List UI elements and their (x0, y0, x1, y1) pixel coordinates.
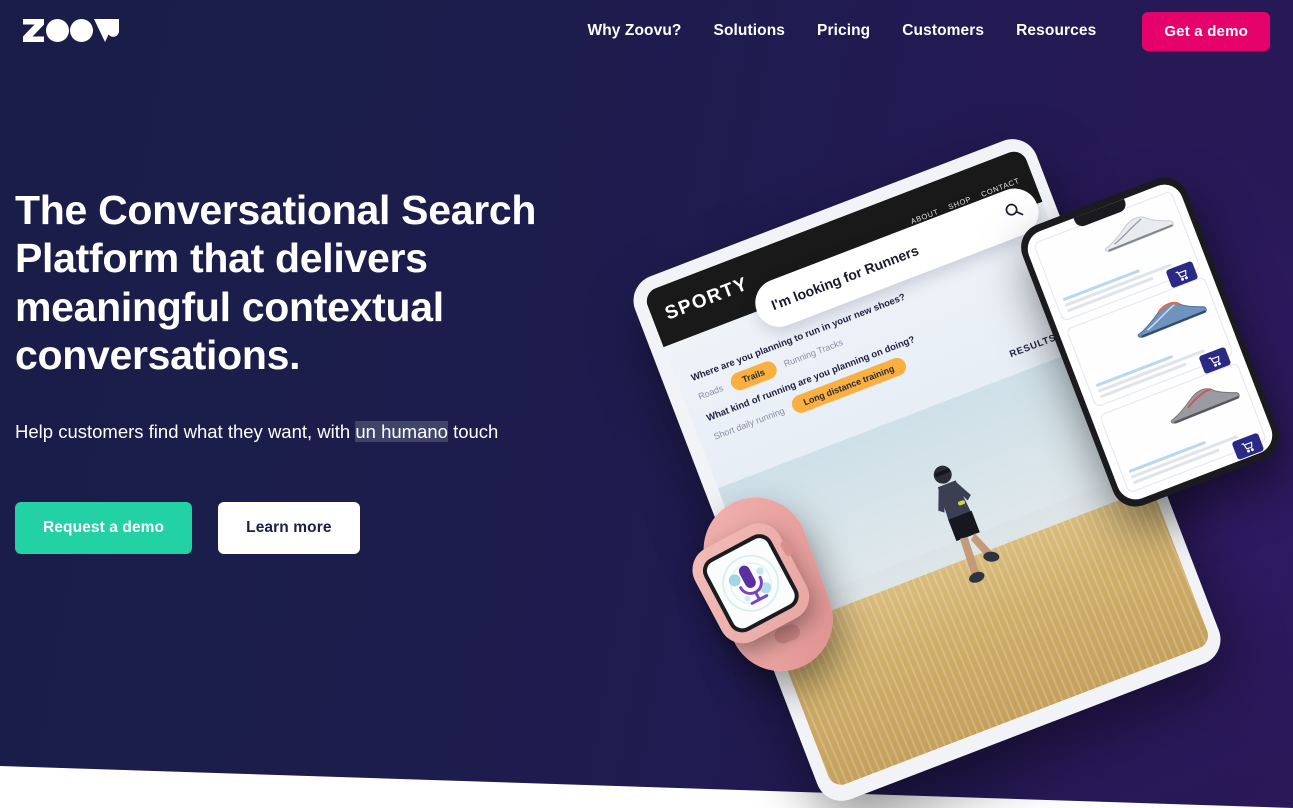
subtitle-text-before: Help customers find what they want, with (15, 420, 356, 442)
nav-resources[interactable]: Resources (1000, 14, 1112, 48)
get-a-demo-button[interactable]: Get a demo (1142, 11, 1270, 51)
grey-running-shoe-icon (1170, 388, 1240, 424)
results-label: RESULTS (1008, 332, 1059, 361)
nav-solutions[interactable]: Solutions (698, 14, 802, 48)
zoovu-logo[interactable] (23, 19, 119, 43)
magnifier-icon[interactable] (1002, 199, 1026, 226)
card-line (1130, 435, 1238, 479)
site-header: Why Zoovu? Solutions Pricing Customers R… (0, 0, 1293, 62)
hero-copy: The Conversational Search Platform that … (15, 186, 575, 555)
subtitle-text-after: touch (447, 420, 499, 442)
subtitle-selected-text[interactable]: un humano (355, 420, 448, 442)
blue-running-shoe-icon (1137, 301, 1207, 338)
request-a-demo-button[interactable]: Request a demo (15, 502, 193, 555)
hero-section: Why Zoovu? Solutions Pricing Customers R… (0, 0, 1293, 808)
hero-device-illustration: SPORTY ABOUT SHOP CONTACT I'm looking fo… (625, 120, 1293, 808)
zoovu-logo-icon (23, 19, 119, 42)
learn-more-button[interactable]: Learn more (218, 502, 360, 555)
hero-button-row: Request a demo Learn more (15, 502, 575, 555)
option-roads[interactable]: Roads (697, 383, 725, 402)
nav-why-zoovu[interactable]: Why Zoovu? (572, 14, 698, 48)
nav-pricing[interactable]: Pricing (801, 14, 886, 48)
page-title: The Conversational Search Platform that … (15, 187, 537, 379)
main-navigation: Why Zoovu? Solutions Pricing Customers R… (572, 11, 1270, 51)
hero-subtitle: Help customers find what they want, with… (15, 418, 530, 447)
nav-customers[interactable]: Customers (886, 14, 1000, 48)
